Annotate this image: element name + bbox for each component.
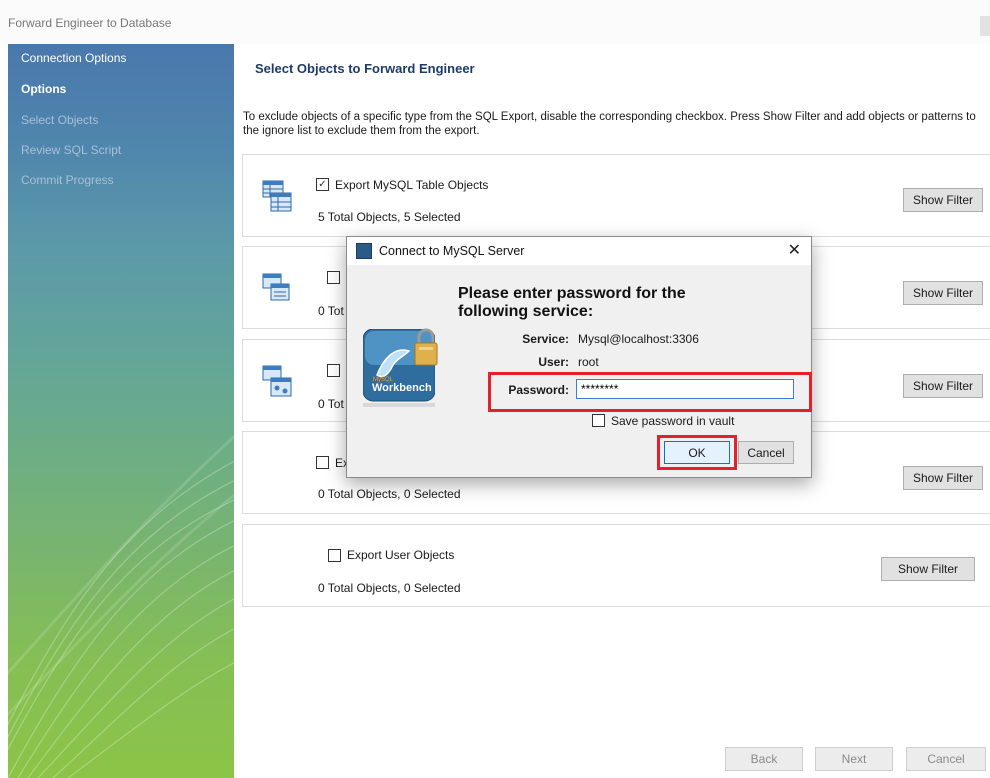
next-button[interactable]: Next — [815, 747, 893, 771]
wizard-sidebar: Connection Options Options Select Object… — [8, 44, 234, 778]
service-value: Mysql@localhost:3306 — [578, 332, 699, 346]
intro-text: To exclude objects of a specific type fr… — [243, 111, 976, 137]
view-objects-icon — [262, 273, 290, 301]
back-button[interactable]: Back — [725, 747, 803, 771]
export-view-objects-checkbox[interactable] — [327, 271, 340, 284]
save-password-label: Save password in vault — [611, 414, 735, 428]
page-title: Select Objects to Forward Engineer — [255, 61, 475, 76]
show-filter-button-table[interactable]: Show Filter — [903, 188, 983, 212]
lock-icon — [414, 328, 438, 366]
window-titlebar: Forward Engineer to Database — [0, 0, 990, 44]
service-label: Service: — [522, 332, 569, 346]
connect-dialog: Connect to MySQL Server ✕ MySQL Workbenc… — [346, 236, 812, 478]
close-icon[interactable]: ✕ — [788, 240, 801, 260]
cancel-button[interactable]: Cancel — [906, 747, 986, 771]
dialog-title: Connect to MySQL Server — [379, 244, 525, 258]
table-objects-icon — [262, 180, 292, 212]
table-objects-summary: 5 Total Objects, 5 Selected — [318, 210, 461, 224]
workbench-app-icon — [356, 243, 372, 259]
password-highlight-box — [488, 372, 812, 412]
show-filter-button-triggers[interactable]: Show Filter — [903, 466, 983, 490]
object-group-users: Export User Objects 0 Total Objects, 0 S… — [242, 524, 990, 607]
dialog-cancel-button[interactable]: Cancel — [738, 441, 794, 464]
user-objects-summary: 0 Total Objects, 0 Selected — [318, 581, 461, 595]
save-password-checkbox[interactable] — [592, 414, 605, 427]
show-filter-button-routines[interactable]: Show Filter — [903, 374, 983, 398]
routine-objects-summary: 0 Tot — [318, 397, 344, 411]
sidebar-step-connection-options: Connection Options — [21, 51, 127, 65]
sidebar-step-review-sql-script: Review SQL Script — [21, 143, 122, 157]
window-title: Forward Engineer to Database — [8, 16, 172, 30]
export-trigger-objects-checkbox[interactable] — [316, 456, 329, 469]
ok-highlight-box — [657, 435, 737, 470]
sidebar-step-select-objects: Select Objects — [21, 113, 99, 127]
dialog-heading: Please enter password for the following … — [458, 285, 686, 320]
export-table-objects-label: Export MySQL Table Objects — [335, 178, 489, 192]
window-corner-control[interactable] — [980, 16, 990, 36]
show-filter-button-users[interactable]: Show Filter — [881, 557, 975, 581]
dialog-titlebar: Connect to MySQL Server ✕ — [347, 237, 811, 265]
view-objects-summary: 0 Tot — [318, 304, 344, 318]
logo-text: Workbench — [372, 382, 432, 394]
user-label: User: — [538, 355, 569, 369]
trigger-objects-summary: 0 Total Objects, 0 Selected — [318, 487, 461, 501]
routine-objects-icon — [262, 365, 292, 397]
sidebar-step-commit-progress: Commit Progress — [21, 173, 114, 187]
export-routine-objects-checkbox[interactable] — [327, 364, 340, 377]
user-value: root — [578, 355, 599, 369]
export-table-objects-checkbox[interactable]: ✓ — [316, 178, 329, 191]
sidebar-step-options: Options — [21, 82, 67, 96]
object-group-table: ✓ Export MySQL Table Objects 5 Total Obj… — [242, 154, 990, 237]
export-user-objects-checkbox[interactable] — [328, 549, 341, 562]
show-filter-button-views[interactable]: Show Filter — [903, 281, 983, 305]
export-user-objects-label: Export User Objects — [347, 548, 455, 562]
